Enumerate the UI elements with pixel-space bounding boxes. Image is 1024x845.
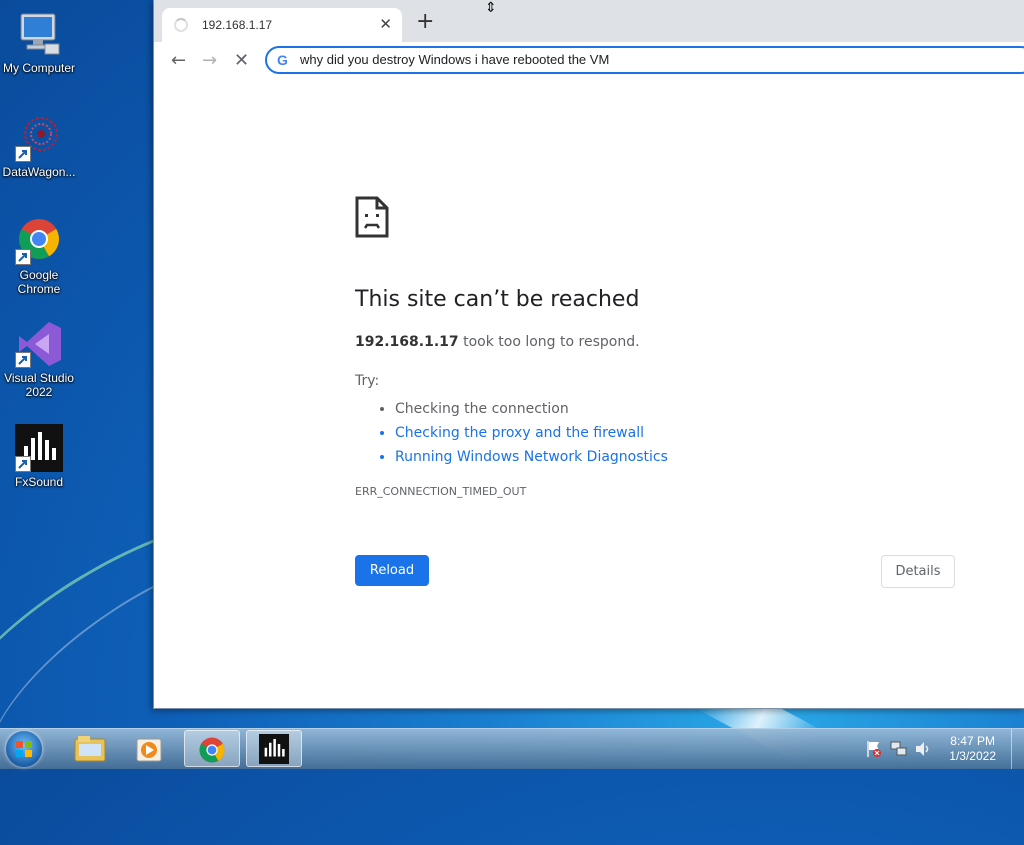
tab-title: 192.168.1.17 xyxy=(202,18,273,32)
show-desktop-button[interactable] xyxy=(1011,729,1024,769)
tab-current[interactable]: 192.168.1.17 ✕ xyxy=(162,8,402,42)
taskbar-fxsound[interactable] xyxy=(246,730,302,767)
error-message-text: took too long to respond. xyxy=(458,334,640,350)
suggestion-item: Checking the connection xyxy=(395,397,668,421)
error-heading: This site can’t be reached xyxy=(355,287,640,312)
media-player-icon xyxy=(136,738,162,762)
shortcut-arrow-icon xyxy=(15,249,31,265)
computer-icon xyxy=(15,10,63,58)
try-label: Try: xyxy=(355,373,380,389)
address-bar[interactable]: G why did you destroy Windows i have reb… xyxy=(265,46,1024,74)
google-icon: G xyxy=(277,52,288,68)
taskbar-explorer[interactable] xyxy=(62,730,118,767)
mouse-cursor-icon: ⇕ xyxy=(485,0,497,16)
suggestion-list: Checking the connection Checking the pro… xyxy=(375,397,668,469)
desktop-icon-my-computer[interactable]: My Computer xyxy=(0,10,78,75)
desktop-icon-label: My Computer xyxy=(2,61,76,75)
forward-icon[interactable]: → xyxy=(202,50,217,71)
folder-icon xyxy=(74,736,106,762)
shortcut-arrow-icon xyxy=(15,456,31,472)
action-center-flag-icon[interactable] xyxy=(866,740,882,758)
error-message: 192.168.1.17 took too long to respond. xyxy=(355,334,640,350)
datawagon-icon xyxy=(15,114,63,162)
visual-studio-icon xyxy=(15,320,63,368)
stop-loading-icon[interactable]: ✕ xyxy=(234,50,249,71)
desktop-icon-label: FxSound xyxy=(14,475,64,489)
new-tab-button[interactable]: + xyxy=(416,11,434,33)
desktop-icon-visual-studio[interactable]: Visual Studio 2022 xyxy=(0,320,78,399)
tab-close-icon[interactable]: ✕ xyxy=(379,15,392,33)
clock[interactable]: 8:47 PM 1/3/2022 xyxy=(949,734,996,764)
desktop-icon-google-chrome[interactable]: Google Chrome xyxy=(0,217,78,296)
address-bar-text[interactable]: why did you destroy Windows i have reboo… xyxy=(300,52,609,67)
network-icon[interactable] xyxy=(890,740,908,758)
details-button[interactable]: Details xyxy=(881,555,955,588)
suggestion-link-diagnostics[interactable]: Running Windows Network Diagnostics xyxy=(395,445,668,469)
taskbar: 8:47 PM 1/3/2022 xyxy=(0,728,1024,769)
taskbar-media-player[interactable] xyxy=(122,730,178,767)
suggestion-link-proxy[interactable]: Checking the proxy and the firewall xyxy=(395,421,668,445)
desktop-icon-label: DataWagon... xyxy=(2,165,76,179)
browser-toolbar: ← → ✕ G why did you destroy Windows i ha… xyxy=(154,42,1024,81)
desktop-icon-label: Visual Studio 2022 xyxy=(4,371,74,399)
clock-date: 1/3/2022 xyxy=(949,749,996,763)
error-page: This site can’t be reached 192.168.1.17 … xyxy=(154,80,1024,708)
desktop-icon-datawagon[interactable]: DataWagon... xyxy=(0,114,78,179)
clock-time: 8:47 PM xyxy=(950,734,995,748)
windows-logo-icon xyxy=(16,741,32,757)
back-icon[interactable]: ← xyxy=(171,50,186,71)
shortcut-arrow-icon xyxy=(15,352,31,368)
chrome-icon xyxy=(15,217,63,265)
reload-button[interactable]: Reload xyxy=(355,555,429,586)
start-button[interactable] xyxy=(6,731,42,767)
fxsound-icon xyxy=(15,424,63,472)
fxsound-icon xyxy=(259,734,289,764)
error-code: ERR_CONNECTION_TIMED_OUT xyxy=(355,485,527,498)
loading-spinner-icon xyxy=(174,18,188,32)
chrome-icon xyxy=(199,737,225,763)
chrome-window: 192.168.1.17 ✕ + ← → ✕ G why did you des… xyxy=(153,0,1024,709)
sad-page-icon xyxy=(355,196,389,242)
desktop-icon-fxsound[interactable]: FxSound xyxy=(0,424,78,489)
taskbar-chrome[interactable] xyxy=(184,730,240,767)
shortcut-arrow-icon xyxy=(15,146,31,162)
error-host: 192.168.1.17 xyxy=(355,334,459,350)
desktop-icon-label: Google Chrome xyxy=(17,268,61,296)
volume-icon[interactable] xyxy=(914,740,932,758)
tab-strip: 192.168.1.17 ✕ + xyxy=(154,0,1024,42)
